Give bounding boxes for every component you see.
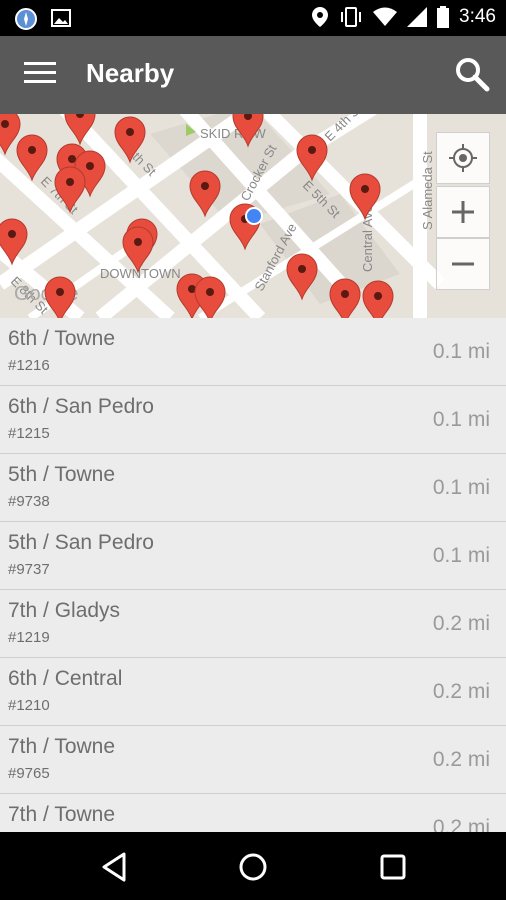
zoom-out-button[interactable]: [436, 238, 490, 290]
stop-id: #1210: [8, 697, 50, 714]
stop-name: 6th / Towne: [8, 327, 116, 350]
label-downtown: DOWNTOWN: [100, 266, 181, 281]
list-item[interactable]: 5th / San Pedro #9737 0.1 mi: [0, 522, 506, 590]
menu-icon[interactable]: [24, 62, 56, 88]
stop-id: #1216: [8, 357, 50, 374]
stop-id: #9738: [8, 493, 50, 510]
minus-icon: [452, 262, 474, 266]
list-item[interactable]: 7th / Towne 0.2 mi: [0, 794, 506, 832]
stop-distance: 0.2 mi: [432, 680, 490, 703]
zoom-in-button[interactable]: [436, 186, 490, 238]
label-central-ave: Central Ave: [360, 205, 375, 272]
stop-distance: 0.2 mi: [432, 612, 490, 635]
wifi-icon: [373, 7, 398, 26]
cell-signal-icon: [407, 7, 428, 27]
stop-distance: 0.2 mi: [432, 816, 490, 832]
map-view[interactable]: SKID ROW E 4th St S Alameda St E 6th St …: [0, 114, 506, 318]
page-title: Nearby: [86, 58, 175, 88]
nearby-stops-list: 6th / Towne #1216 0.1 mi 6th / San Pedro…: [0, 318, 506, 832]
image-notification-icon: [51, 9, 71, 27]
stop-name: 5th / San Pedro: [8, 531, 154, 554]
stop-id: #1215: [8, 425, 50, 442]
label-s-alameda: S Alameda St: [420, 151, 435, 230]
stop-name: 5th / Towne: [8, 463, 116, 486]
list-item[interactable]: 7th / Gladys #1219 0.2 mi: [0, 590, 506, 658]
list-item[interactable]: 6th / Central #1210 0.2 mi: [0, 658, 506, 726]
stop-distance: 0.1 mi: [432, 340, 490, 363]
stop-id: #9765: [8, 765, 50, 782]
list-item[interactable]: 6th / San Pedro #1215 0.1 mi: [0, 386, 506, 454]
stop-distance: 0.2 mi: [432, 748, 490, 771]
home-icon[interactable]: [236, 850, 270, 884]
my-location-dot: [245, 207, 263, 225]
vibrate-icon: [341, 7, 362, 27]
stop-name: 7th / Towne: [8, 735, 116, 758]
map-canvas: SKID ROW E 4th St S Alameda St E 6th St …: [0, 114, 506, 318]
stop-name: 6th / Central: [8, 667, 123, 690]
stop-distance: 0.1 mi: [432, 408, 490, 431]
stop-distance: 0.1 mi: [432, 476, 490, 499]
stop-name: 7th / Towne: [8, 803, 116, 826]
plus-icon: [452, 201, 474, 223]
my-location-button[interactable]: [436, 132, 490, 184]
status-time: 3:46: [459, 6, 496, 27]
search-icon[interactable]: [454, 56, 490, 92]
system-nav-bar: [0, 832, 506, 900]
stop-id: #9737: [8, 561, 50, 578]
app-bar: Nearby: [0, 36, 506, 114]
stop-id: #1219: [8, 629, 50, 646]
status-bar: 3:46: [0, 0, 506, 36]
stop-distance: 0.1 mi: [432, 544, 490, 567]
list-item[interactable]: 7th / Towne #9765 0.2 mi: [0, 726, 506, 794]
list-item[interactable]: 5th / Towne #9738 0.1 mi: [0, 454, 506, 522]
list-item[interactable]: 6th / Towne #1216 0.1 mi: [0, 318, 506, 386]
stop-name: 6th / San Pedro: [8, 395, 154, 418]
recents-icon[interactable]: [376, 850, 410, 884]
battery-icon: [437, 6, 450, 28]
crosshair-icon: [449, 144, 477, 172]
location-icon: [312, 7, 329, 27]
back-icon[interactable]: [98, 850, 132, 884]
stop-name: 7th / Gladys: [8, 599, 121, 622]
compass-notification-icon: [15, 8, 37, 30]
